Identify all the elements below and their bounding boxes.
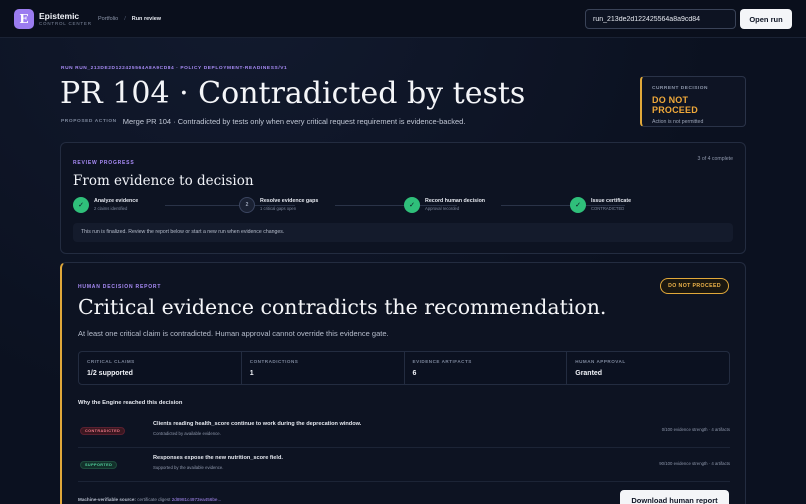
metric-value: 1 [249,370,254,377]
human-decision-report: HUMAN DECISION REPORT DO NOT PROCEED Cri… [60,262,746,504]
report-eyebrow: HUMAN DECISION REPORT [78,284,162,290]
breadcrumb-portfolio-link[interactable]: Portfolio [98,16,118,22]
review-progress-eyebrow: REVIEW PROGRESS [73,160,135,166]
why-heading: Why the Engine reached this decision [78,400,183,406]
claim-title: Clients reading health_score continue to… [153,421,362,427]
run-label: RUN RUN_213DE2D122425564A8A9CD84 · POLIC… [61,66,288,71]
check-icon: ✓ [404,197,420,213]
proposed-action-label: PROPOSED ACTION [61,119,117,124]
metric-value: 6 [412,370,417,377]
breadcrumb-separator: / [124,16,126,22]
claim-row[interactable]: SUPPORTED Responses expose the new nutri… [78,452,730,482]
metric-critical-claims: CRITICAL CLAIMS 1/2 supported [79,352,242,384]
claim-title: Responses expose the new nutrition_score… [153,455,283,461]
metric-evidence-artifacts: EVIDENCE ARTIFACTS 6 [405,352,568,384]
claim-strength: 90/100 evidence strength · 4 artifacts [659,461,730,466]
current-decision-value: DO NOT PROCEED [652,95,698,115]
step-subtitle: 1 critical gaps open [260,206,297,211]
step-subtitle: CONTRADICTED [591,206,625,211]
step-subtitle: 2 claims identified [94,206,128,211]
breadcrumb-current: Run review [131,16,162,22]
step-subtitle: Approval recorded [425,206,460,211]
status-badge: DO NOT PROCEED [660,278,729,294]
metric-label: HUMAN APPROVAL [575,359,626,364]
brand-subtitle: CONTROL CENTER [39,21,92,26]
claim-row[interactable]: CONTRADICTED Clients reading health_scor… [78,418,730,448]
review-progress-card: REVIEW PROGRESS 3 of 4 complete From evi… [60,142,746,254]
current-decision-sub: Action is not permitted [652,119,704,125]
step-title: Issue certificate [591,198,632,204]
brand-logo-icon[interactable]: E [14,9,34,29]
proposed-action: PROPOSED ACTION Merge PR 104 · Contradic… [61,117,465,126]
metric-label: CONTRADICTIONS [249,359,299,364]
metric-human-approval: HUMAN APPROVAL Granted [567,352,729,384]
review-progress-title: From evidence to decision [73,173,254,189]
metric-label: CRITICAL CLAIMS [87,359,135,364]
progress-note: This run is finalized. Review the report… [73,223,733,242]
claim-strength: 0/100 evidence strength · 4 artifacts [661,427,730,432]
current-decision-label: CURRENT DECISION [652,86,708,91]
metric-label: EVIDENCE ARTIFACTS [412,359,472,364]
machine-source: Machine-verifiable source: certificate d… [78,497,221,502]
review-progress-count: 3 of 4 complete [697,156,733,162]
report-headline: Critical evidence contradicts the recomm… [78,295,607,319]
claim-status-badge: CONTRADICTED [80,427,126,435]
current-decision-card: CURRENT DECISION DO NOT PROCEED Action i… [640,76,746,127]
step-number-icon: 2 [239,197,255,213]
download-report-button[interactable]: Download human report [620,490,729,504]
metric-value: Granted [575,370,603,377]
step-title: Record human decision [425,198,486,204]
certificate-digest[interactable]: 2d8981c4973ea456be... [172,497,222,502]
proposed-action-text: Merge PR 104 · Contradicted by tests onl… [122,117,466,126]
check-icon: ✓ [570,197,586,213]
machine-source-text: certificate digest [137,497,171,502]
metrics-row: CRITICAL CLAIMS 1/2 supported CONTRADICT… [78,351,730,385]
run-id-input[interactable] [585,9,736,29]
brand-name: Epistemic [39,11,80,21]
page-title: PR 104 · Contradicted by tests [60,76,526,111]
step-title: Analyze evidence [94,198,139,204]
claim-status-badge: SUPPORTED [80,461,118,469]
metric-contradictions: CONTRADICTIONS 1 [242,352,405,384]
check-icon: ✓ [73,197,89,213]
machine-source-label: Machine-verifiable source: [78,497,136,502]
breadcrumb: Portfolio / Run review [98,16,161,22]
metric-value: 1/2 supported [87,370,133,377]
step-title: Resolve evidence gaps [260,198,319,204]
claim-subtitle: Contradicted by available evidence. [153,431,221,436]
claim-subtitle: Supported by the available evidence. [153,465,224,470]
open-run-button[interactable]: Open run [740,9,792,29]
top-bar: E Epistemic CONTROL CENTER Portfolio / R… [0,0,806,38]
report-summary: At least one critical claim is contradic… [78,329,389,338]
progress-steps: ✓ Analyze evidence 2 claims identified 2… [73,197,733,217]
